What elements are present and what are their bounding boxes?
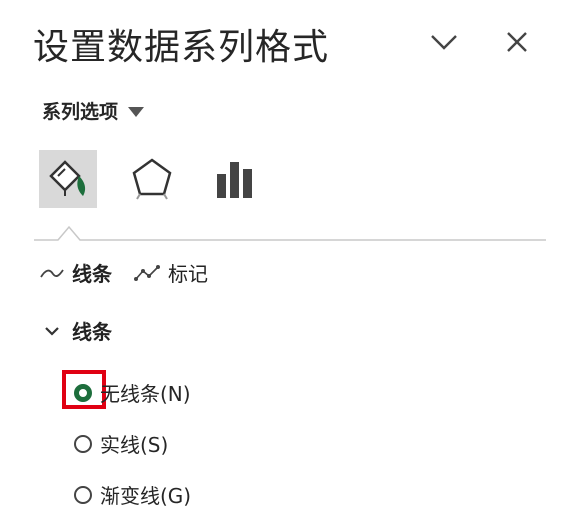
- paint-bucket-icon: [49, 160, 86, 196]
- radio-gradient-line-label: 渐变线(G): [100, 484, 192, 508]
- line-section-header[interactable]: 线条: [44, 316, 112, 345]
- series-options-label: 系列选项: [42, 101, 119, 123]
- radio-no-line-label: 无线条(N): [100, 382, 191, 406]
- radio-button[interactable]: [74, 434, 92, 453]
- radio-solid-line[interactable]: 实线(S): [74, 429, 168, 458]
- radio-solid-line-label: 实线(S): [100, 433, 169, 457]
- subtab-marker-label: 标记: [168, 262, 208, 286]
- radio-gradient-line[interactable]: 渐变线(G): [74, 480, 191, 509]
- tab-divider: [34, 224, 546, 244]
- close-button[interactable]: [497, 22, 537, 62]
- collapse-button[interactable]: [424, 22, 464, 62]
- radio-button[interactable]: [74, 485, 92, 504]
- tab-effects[interactable]: [123, 150, 181, 208]
- subtab-line[interactable]: 线条: [40, 258, 112, 287]
- marker-line-icon: [134, 264, 160, 281]
- line-icon: [40, 268, 64, 277]
- pane-title: 设置数据系列格式: [33, 27, 330, 68]
- line-section-title: 线条: [72, 320, 112, 344]
- radio-button-checked[interactable]: [74, 383, 92, 402]
- series-options-dropdown[interactable]: 系列选项: [42, 97, 145, 124]
- tab-series-options[interactable]: [206, 150, 264, 208]
- chevron-down-icon: [45, 326, 59, 336]
- pentagon-icon: [132, 158, 172, 200]
- tab-fill-line[interactable]: [39, 150, 97, 208]
- close-icon: [507, 32, 527, 52]
- chevron-down-icon: [431, 35, 457, 50]
- subtab-line-label: 线条: [72, 262, 112, 286]
- subtab-bar: 线条 标记: [40, 258, 208, 287]
- subtab-marker[interactable]: 标记: [134, 258, 208, 287]
- bar-chart-icon: [217, 162, 252, 198]
- dropdown-triangle-icon: [128, 106, 145, 117]
- radio-no-line[interactable]: 无线条(N): [74, 378, 191, 407]
